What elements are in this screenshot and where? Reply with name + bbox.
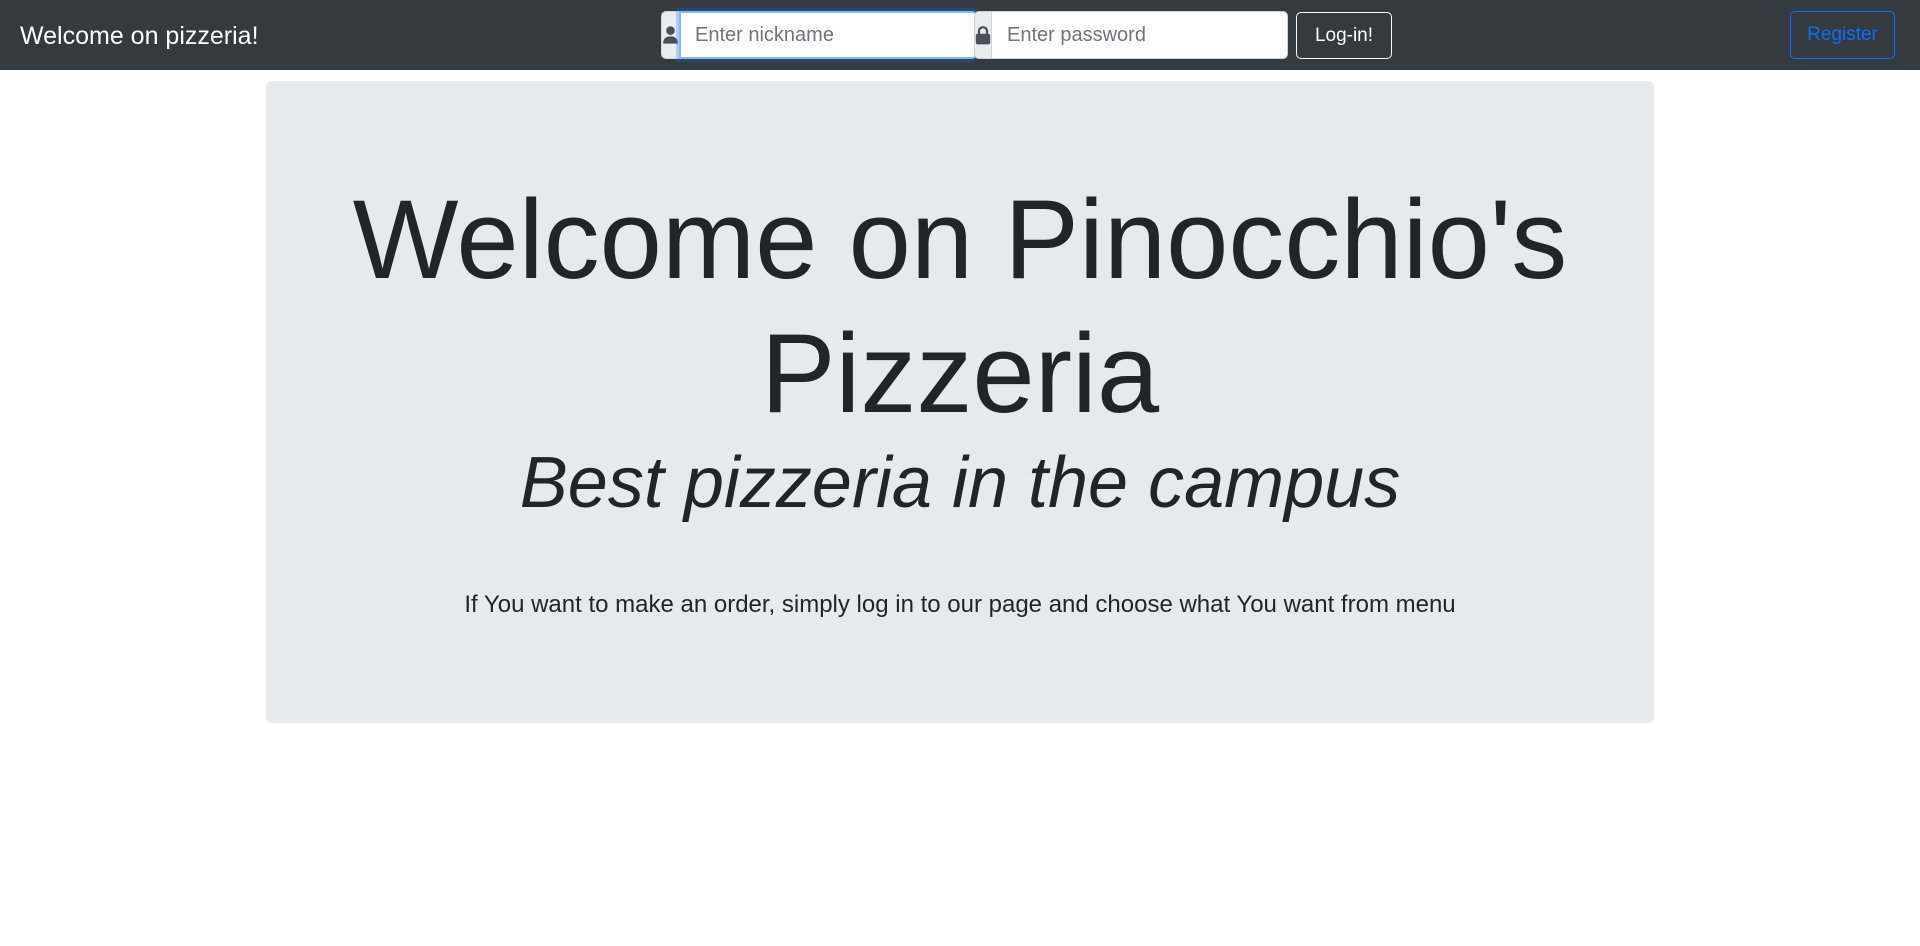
- navbar-brand[interactable]: Welcome on pizzeria!: [20, 20, 259, 52]
- password-input-group: [974, 11, 1288, 59]
- welcome-jumbotron: Welcome on Pinocchio's Pizzeria Best piz…: [266, 81, 1654, 723]
- user-icon: [663, 26, 678, 44]
- nickname-input[interactable]: [679, 11, 977, 59]
- nickname-addon: [661, 11, 679, 59]
- login-button[interactable]: Log-in!: [1296, 12, 1392, 59]
- nickname-input-group: [661, 11, 977, 59]
- page-subtitle: Best pizzeria in the campus: [519, 443, 1401, 523]
- lead-text: If You want to make an order, simply log…: [464, 591, 1456, 618]
- lock-icon: [975, 25, 991, 44]
- register-button[interactable]: Register: [1790, 11, 1895, 59]
- top-navbar: Welcome on pizzeria! Log-in! Register: [0, 0, 1920, 70]
- password-addon: [974, 11, 991, 59]
- password-input[interactable]: [991, 11, 1288, 59]
- page-title: Welcome on Pinocchio's Pizzeria: [352, 177, 1568, 436]
